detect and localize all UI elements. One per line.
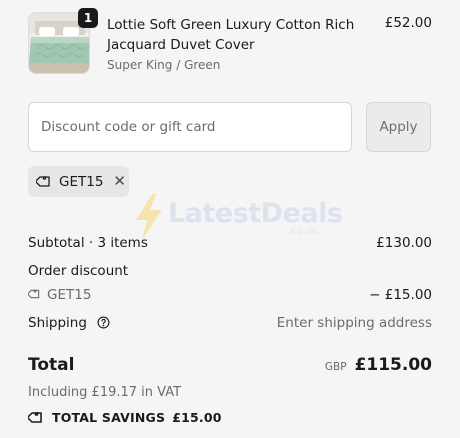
line-item: 1 Lottie Soft Green Luxury Cotton Rich J…	[28, 8, 432, 80]
discount-value: − £15.00	[369, 287, 432, 303]
discount-code-input[interactable]	[28, 102, 352, 152]
apply-button[interactable]: Apply	[366, 102, 431, 152]
product-title: Lottie Soft Green Luxury Cotton Rich Jac…	[107, 17, 355, 53]
total-label: Total	[28, 355, 75, 375]
close-icon[interactable]: ✕	[113, 174, 126, 189]
subtotal-label: Subtotal · 3 items	[28, 235, 148, 251]
applied-code-label: GET15	[59, 173, 104, 190]
discount-code-label: GET15	[47, 287, 92, 303]
savings-value: £15.00	[172, 410, 222, 425]
tag-icon	[28, 409, 45, 426]
shipping-row: Shipping Enter shipping address	[28, 315, 432, 333]
order-discount-label: Order discount	[28, 263, 129, 279]
quantity-badge: 1	[78, 8, 98, 28]
watermark-text: LatestDeals	[168, 198, 343, 229]
applied-discount-chip: GET15 ✕	[28, 166, 129, 197]
shipping-label: Shipping	[28, 315, 87, 331]
total-amount: GBP £115.00	[325, 355, 432, 375]
savings-label: TOTAL SAVINGS	[52, 410, 166, 425]
tag-icon	[36, 173, 53, 190]
tag-icon	[27, 287, 42, 305]
shipping-value: Enter shipping address	[276, 315, 432, 331]
discount-code-row: GET15 − £15.00	[27, 287, 432, 305]
product-price: £52.00	[384, 15, 432, 31]
subtotal-value: £130.00	[376, 235, 432, 251]
total-savings: TOTAL SAVINGS £15.00	[28, 409, 222, 426]
currency-code: GBP	[324, 361, 347, 373]
subtotal-row: Subtotal · 3 items £130.00	[28, 235, 432, 251]
help-icon[interactable]	[97, 316, 110, 333]
vat-note: Including £19.17 in VAT	[28, 385, 182, 400]
product-variant: Super King / Green	[107, 58, 221, 72]
total-value: £115.00	[354, 355, 432, 375]
order-discount-row: Order discount	[28, 263, 432, 279]
